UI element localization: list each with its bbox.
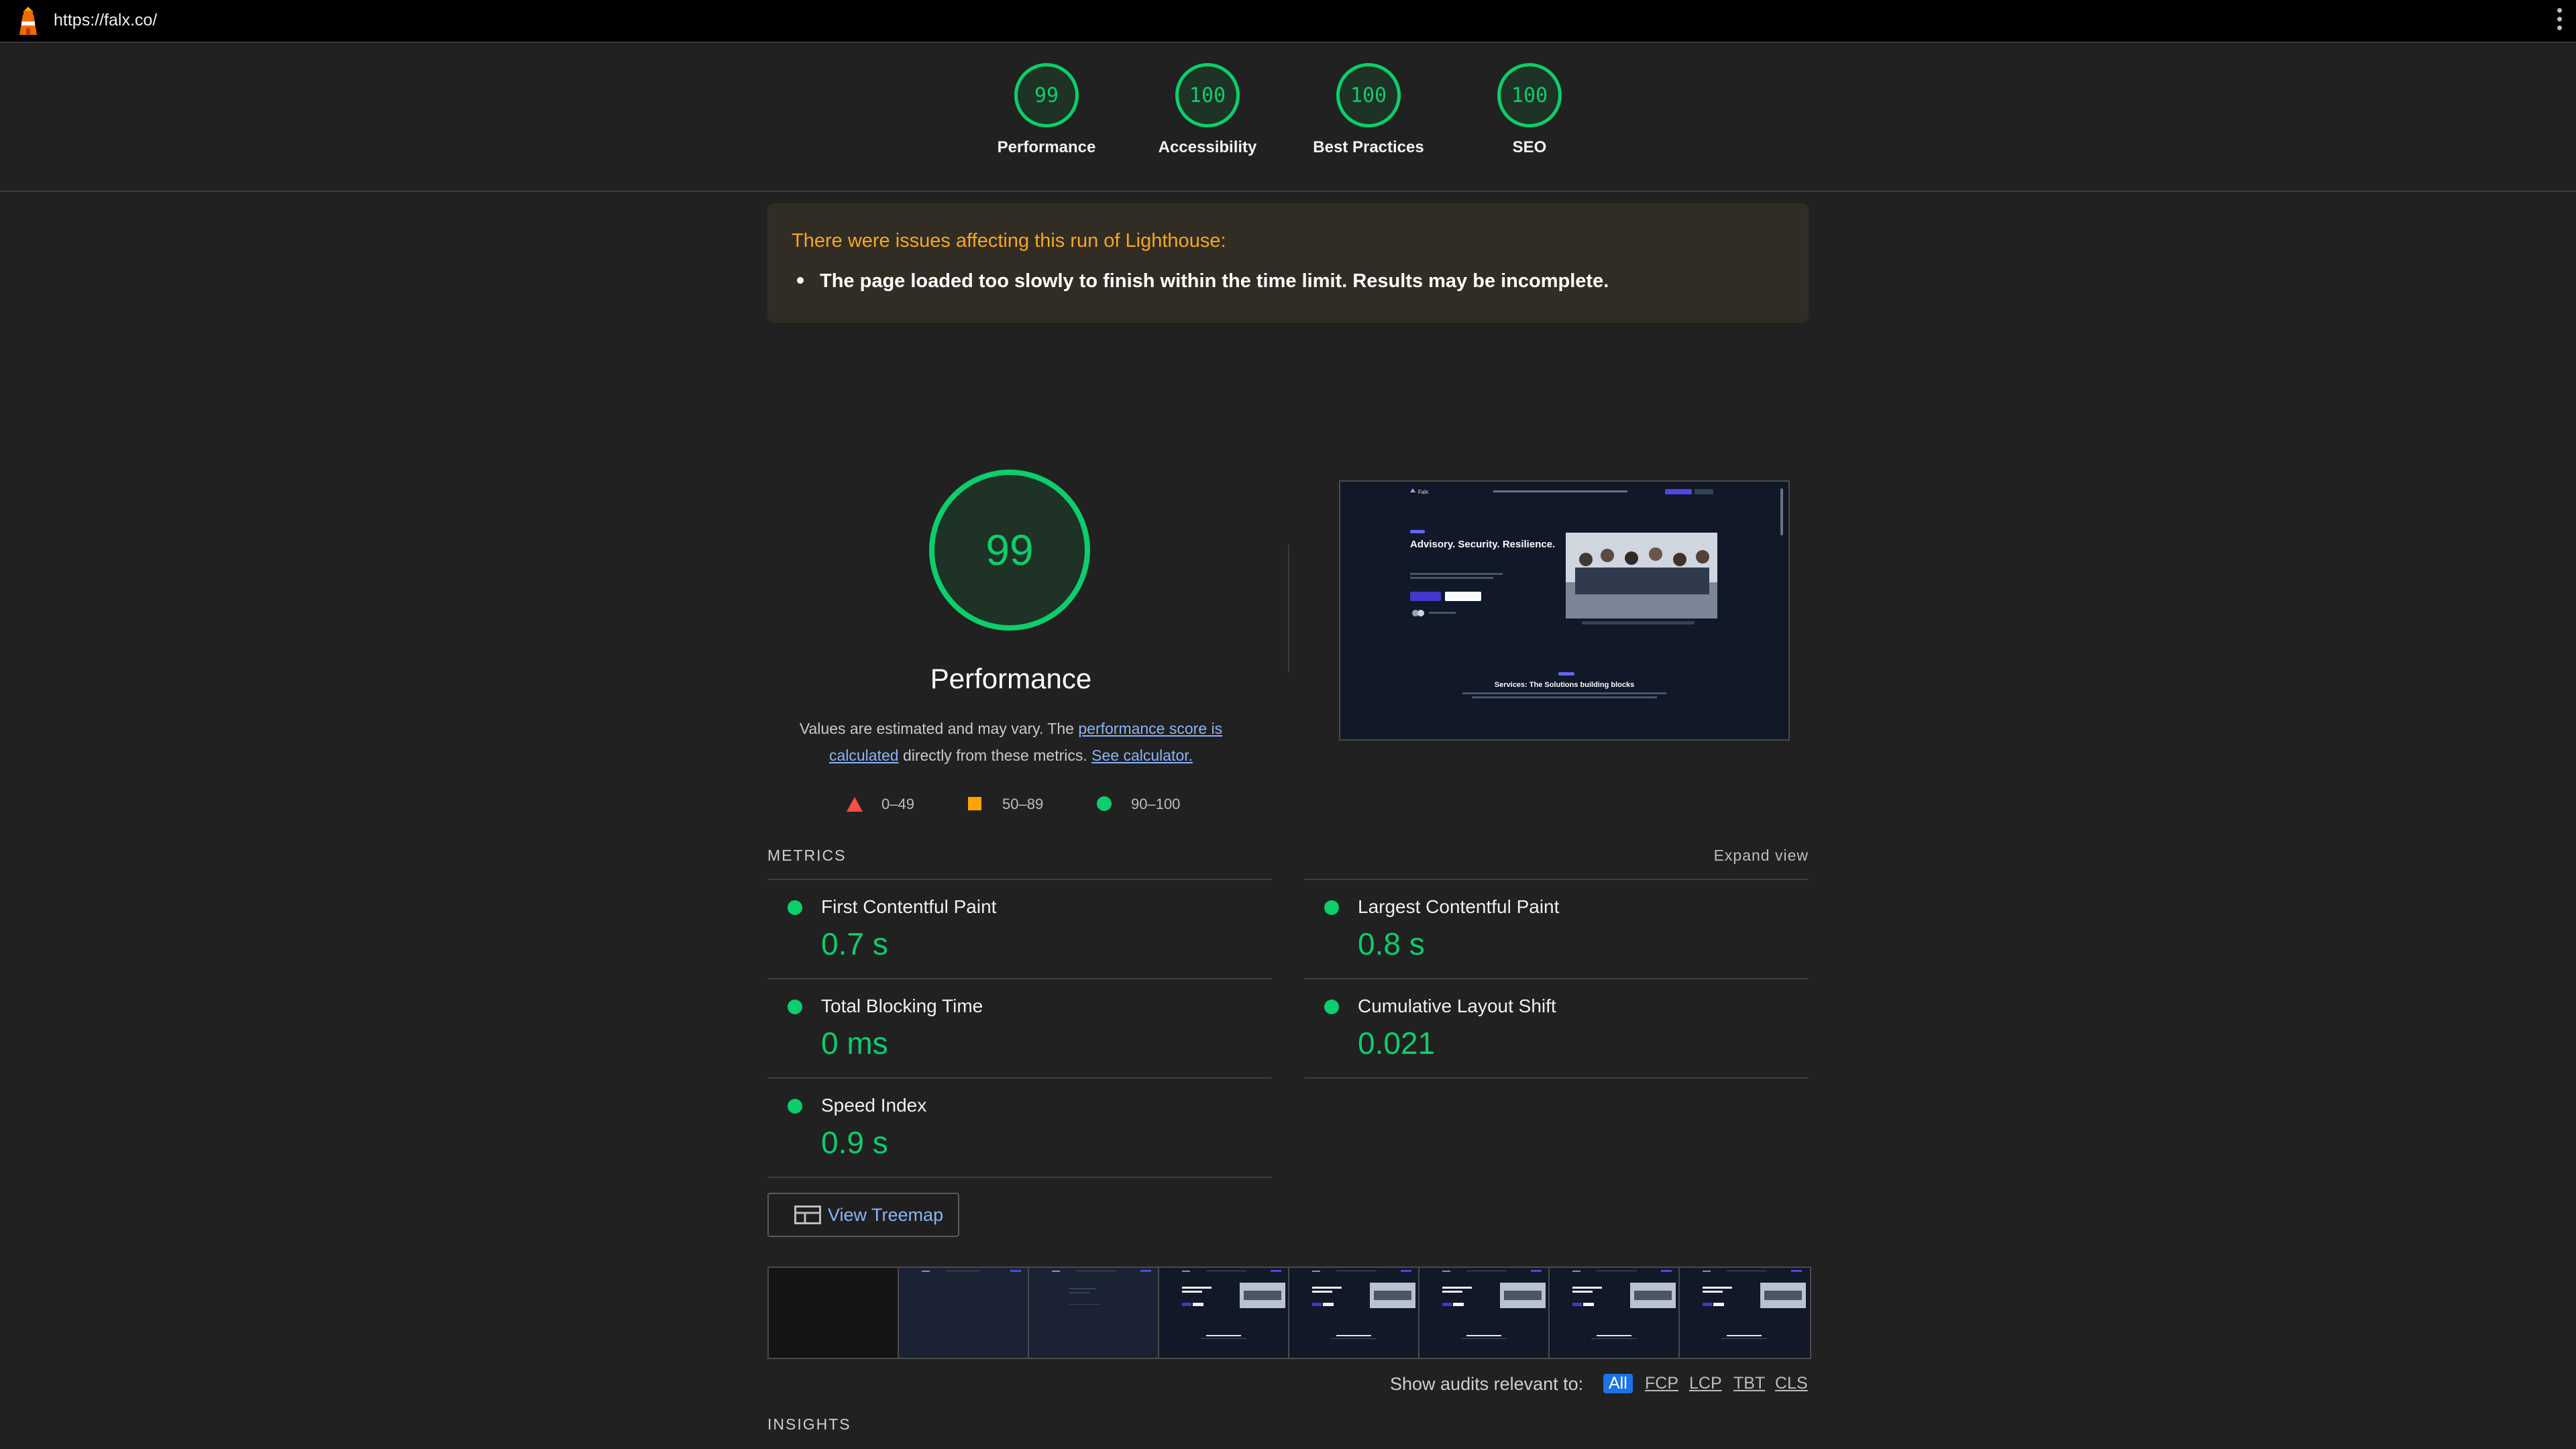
score-summary: 99 Performance 100 Accessibility 100 Bes… [0, 43, 2576, 192]
metric-cls: Cumulative Layout Shift 0.021 [1304, 979, 1809, 1079]
metric-name: Speed Index [821, 1095, 927, 1116]
metric-value: 0.9 s [821, 1125, 888, 1160]
gauge-label: Performance [997, 138, 1096, 156]
screenshot-brand: Falx [1418, 489, 1428, 495]
filmstrip-frame[interactable] [1419, 1268, 1550, 1358]
metrics-heading: METRICS [767, 847, 847, 864]
pass-circle-icon [1324, 1000, 1339, 1014]
filmstrip [767, 1267, 1811, 1359]
warning-title: There were issues affecting this run of … [792, 230, 1226, 252]
warning-item-text: The page loaded too slowly to finish wit… [820, 270, 1609, 292]
pass-circle-icon [788, 1000, 802, 1014]
warning-item: The page loaded too slowly to finish wit… [797, 270, 1609, 292]
filter-cls[interactable]: CLS [1775, 1374, 1808, 1393]
performance-gauge: 99 [929, 470, 1090, 631]
legend-pass: 90–100 [1131, 796, 1181, 812]
gauge-performance[interactable]: 99 Performance [966, 63, 1127, 157]
metric-value: 0 ms [821, 1026, 888, 1061]
filmstrip-frame[interactable] [1289, 1268, 1419, 1358]
see-calculator-link[interactable]: See calculator. [1091, 747, 1193, 764]
filmstrip-frame[interactable] [1029, 1268, 1159, 1358]
gauge-seo[interactable]: 100 SEO [1449, 63, 1610, 157]
average-square-icon [968, 797, 981, 810]
fail-triangle-icon [847, 797, 863, 812]
filmstrip-frame[interactable] [769, 1268, 899, 1358]
filter-fcp[interactable]: FCP [1645, 1374, 1678, 1393]
performance-title: Performance [930, 663, 1092, 694]
gauge-best-practices[interactable]: 100 Best Practices [1288, 63, 1449, 157]
pass-circle-icon [788, 1099, 802, 1114]
metric-value: 0.021 [1358, 1026, 1436, 1061]
pass-circle-icon [1324, 900, 1339, 915]
filter-all[interactable]: All [1603, 1374, 1633, 1393]
gauge-score: 100 [1336, 63, 1401, 127]
gauge-score: 100 [1497, 63, 1562, 127]
screenshot-section: Services: The Solutions building blocks [1495, 681, 1634, 689]
runtime-warning: There were issues affecting this run of … [767, 203, 1809, 323]
divider [767, 1177, 1272, 1178]
metric-name: Cumulative Layout Shift [1358, 996, 1556, 1016]
filmstrip-frame[interactable] [899, 1268, 1029, 1358]
metric-value: 0.8 s [1358, 926, 1425, 961]
filmstrip-frame[interactable] [1550, 1268, 1680, 1358]
screenshot-image: Falx Advisory. Security. Resilience. Ser… [1340, 482, 1788, 739]
gauge-accessibility[interactable]: 100 Accessibility [1127, 63, 1288, 157]
filter-lcp[interactable]: LCP [1689, 1374, 1722, 1393]
metric-lcp: Largest Contentful Paint 0.8 s [1304, 880, 1809, 979]
divider [1304, 1077, 1809, 1079]
gauge-score: 99 [1014, 63, 1079, 127]
expand-view-toggle[interactable]: Expand view [1714, 847, 1809, 865]
legend-average: 50–89 [1002, 796, 1044, 812]
desc-middle: directly from these metrics. [898, 747, 1092, 764]
gauge-label: SEO [1512, 138, 1547, 156]
metric-value: 0.7 s [821, 926, 888, 961]
pass-circle-icon [1097, 796, 1112, 811]
more-options-icon[interactable] [2555, 8, 2564, 35]
final-screenshot[interactable]: Falx Advisory. Security. Resilience. Ser… [1339, 480, 1790, 741]
metric-fcp: First Contentful Paint 0.7 s [767, 880, 1272, 979]
gauge-label: Best Practices [1313, 138, 1424, 156]
gauge-label: Accessibility [1158, 138, 1257, 156]
filmstrip-frame[interactable] [1159, 1268, 1289, 1358]
filter-tbt[interactable]: TBT [1733, 1374, 1765, 1393]
show-audits-label: Show audits relevant to: [1390, 1374, 1584, 1394]
page-url: https://falx.co/ [54, 11, 158, 30]
top-bar: https://falx.co/ [0, 0, 2576, 43]
metric-speed-index: Speed Index 0.9 s [767, 1079, 1272, 1178]
metric-name: Largest Contentful Paint [1358, 896, 1560, 917]
filmstrip-frame[interactable] [1680, 1268, 1810, 1358]
legend-fail: 0–49 [881, 796, 914, 812]
screenshot-headline: Advisory. Security. Resilience. [1410, 539, 1555, 550]
view-treemap-button[interactable]: View Treemap [767, 1193, 959, 1237]
performance-description: Values are estimated and may vary. The p… [785, 715, 1237, 769]
insights-heading: INSIGHTS [767, 1415, 851, 1433]
bullet-icon [797, 277, 804, 284]
view-treemap-label: View Treemap [828, 1205, 944, 1225]
metric-name: Total Blocking Time [821, 996, 983, 1016]
pass-circle-icon [788, 900, 802, 915]
gauge-score: 100 [1175, 63, 1240, 127]
lighthouse-logo-icon [19, 7, 37, 35]
treemap-icon [794, 1205, 821, 1224]
metric-name: First Contentful Paint [821, 896, 997, 917]
performance-score: 99 [929, 470, 1090, 631]
divider [1288, 545, 1289, 672]
metric-tbt: Total Blocking Time 0 ms [767, 979, 1272, 1079]
desc-prefix: Values are estimated and may vary. The [799, 720, 1079, 737]
